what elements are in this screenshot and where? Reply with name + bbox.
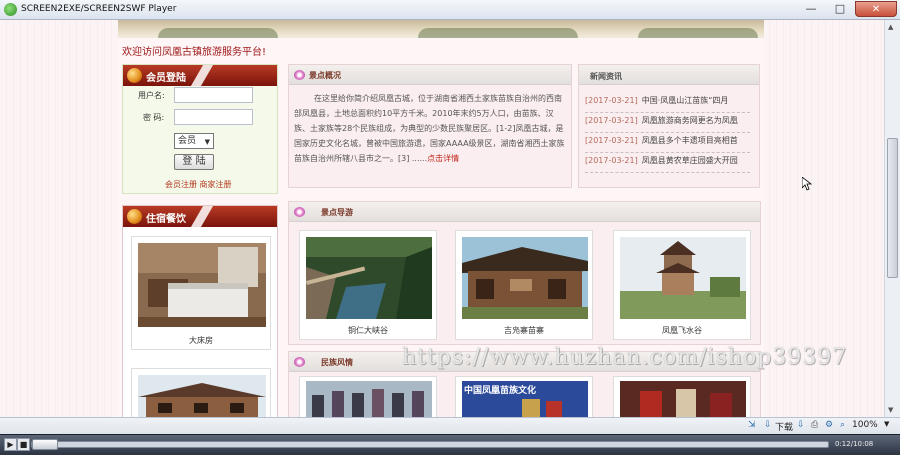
intro-title: 景点概况 xyxy=(309,71,341,80)
login-title: 会员登陆 xyxy=(146,73,186,84)
news-title-text: 凤凰旅游商务网更名为凤凰 xyxy=(641,116,738,125)
culture-card[interactable]: 中国凤凰苗族文化 xyxy=(455,376,593,417)
guide-caption: 吉凫寨苗寨 xyxy=(504,326,544,335)
culture-title: 民族风情 xyxy=(321,358,353,367)
chevron-down-icon: ▼ xyxy=(204,138,210,146)
play-icon[interactable]: ▶ xyxy=(4,438,17,451)
zoom-icon[interactable]: ⌕ xyxy=(840,420,845,430)
guide-card[interactable]: 凤凰飞水谷 xyxy=(613,230,751,340)
building-photo xyxy=(138,375,266,417)
news-date: [2017-03-21] xyxy=(585,96,638,105)
guide-title: 景点导游 xyxy=(321,208,353,217)
status-arrows-icon: ⇲ xyxy=(748,420,756,430)
window-titlebar: SCREEN2EXE/SCREEN2SWF Player — □ ✕ xyxy=(0,0,900,20)
guide-card[interactable]: 吉凫寨苗寨 xyxy=(455,230,593,340)
watermark-text: https://www.huzhan.com/ishop39397 xyxy=(402,345,848,370)
member-register-link[interactable]: 会员注册 xyxy=(165,180,197,189)
lodging-card[interactable] xyxy=(131,368,271,417)
playback-time: 0:12/10:08 xyxy=(835,440,874,448)
welcome-text: 欢迎访问凤凰古镇旅游服务平台! xyxy=(122,47,267,58)
status-bar: ⇲ ⇩ 下载 ⇩ ⎙ ⚙ ⌕ 100% ▼ xyxy=(0,417,900,434)
news-item[interactable]: [2017-03-21] 凤凰县多个丰遗项目亮相首 xyxy=(585,135,750,153)
festival-banner-text: 中国凤凰苗族文化 xyxy=(464,386,537,396)
role-select-value: 会员 xyxy=(178,136,197,146)
news-header: 新闻资讯 xyxy=(579,65,759,85)
flower-icon xyxy=(294,70,305,80)
intro-body: 在这里给你简介绍凤凰古城，位于湖南省湘西土家族苗族自治州的西南部凤凰县，土地总面… xyxy=(294,94,565,163)
login-header: 会员登陆 xyxy=(123,65,277,86)
close-button[interactable]: ✕ xyxy=(855,1,897,17)
intro-text: 在这里给你简介绍凤凰古城，位于湖南省湘西土家族苗族自治州的西南部凤凰县，土地总面… xyxy=(294,91,566,166)
header-ball-icon xyxy=(127,68,142,83)
intro-more-link[interactable]: 点击详情 xyxy=(427,154,459,163)
tower-photo xyxy=(620,237,746,319)
mouse-cursor-icon xyxy=(802,177,812,191)
guide-panel: 景点导游 铜仁大峡谷 吉凫寨苗寨 凤凰飞水谷 xyxy=(288,201,761,345)
culture-card[interactable] xyxy=(613,376,751,417)
login-panel: 会员登陆 用户名: 密 码: 会员 ▼ 登 陆 会员注册 商家注册 xyxy=(122,64,278,194)
settings-icon[interactable]: ⚙ xyxy=(825,420,833,430)
news-date: [2017-03-21] xyxy=(585,136,638,145)
download-icon[interactable]: ⇩ xyxy=(764,420,772,430)
village-photo xyxy=(462,237,588,319)
news-item[interactable]: [2017-03-21] 凤凰县黄农草庄园盛大开园 xyxy=(585,155,750,173)
stop-icon[interactable]: ■ xyxy=(17,438,30,451)
lodging-card[interactable]: 大床房 xyxy=(131,236,271,350)
news-title-text: 凤凰县黄农草庄园盛大开园 xyxy=(641,156,738,165)
lodging-caption: 大床房 xyxy=(189,336,213,345)
progress-track[interactable] xyxy=(31,441,829,448)
lodging-title: 住宿餐饮 xyxy=(146,214,186,225)
intro-panel: 景点概况 在这里给你简介绍凤凰古城，位于湖南省湘西土家族苗族自治州的西南部凤凰县… xyxy=(288,64,572,188)
costume-photo xyxy=(620,381,746,417)
password-input[interactable] xyxy=(174,109,253,125)
scroll-down-icon[interactable]: ▼ xyxy=(888,406,893,414)
guide-caption: 凤凰飞水谷 xyxy=(662,326,702,335)
zoom-chevron-icon[interactable]: ▼ xyxy=(884,420,889,428)
password-label: 密 码: xyxy=(143,113,165,122)
news-date: [2017-03-21] xyxy=(585,156,638,165)
lodging-panel: 住宿餐饮 大床房 xyxy=(122,205,278,417)
player-controls: ▶ ■ 0:12/10:08 xyxy=(0,434,900,455)
download-arrow-icon[interactable]: ⇩ xyxy=(797,420,805,430)
news-title-text: 中国·凤凰山江苗族“四月 xyxy=(641,96,729,105)
news-item[interactable]: [2017-03-21] 凤凰旅游商务网更名为凤凰 xyxy=(585,115,750,133)
flower-icon xyxy=(294,357,305,367)
flower-icon xyxy=(294,207,305,217)
app-icon xyxy=(4,3,17,16)
news-title: 新闻资讯 xyxy=(590,72,622,81)
register-links: 会员注册 商家注册 xyxy=(165,179,232,190)
culture-card[interactable] xyxy=(299,376,437,417)
banner-image xyxy=(118,20,764,38)
merchant-register-link[interactable]: 商家注册 xyxy=(200,180,232,189)
download-label[interactable]: 下载 xyxy=(775,420,793,433)
vertical-scrollbar[interactable]: ▲ ▼ xyxy=(884,20,900,417)
role-select[interactable]: 会员 ▼ xyxy=(174,133,214,149)
guide-header: 景点导游 xyxy=(289,202,760,222)
guide-card[interactable]: 铜仁大峡谷 xyxy=(299,230,437,340)
username-input[interactable] xyxy=(174,87,253,103)
progress-knob[interactable] xyxy=(32,439,58,450)
login-button[interactable]: 登 陆 xyxy=(174,154,214,170)
bedroom-photo xyxy=(138,243,266,327)
intro-header: 景点概况 xyxy=(289,65,571,85)
dancers-photo xyxy=(306,381,432,417)
maximize-button[interactable]: □ xyxy=(827,1,853,17)
news-title-text: 凤凰县多个丰遗项目亮相首 xyxy=(641,136,738,145)
window-title: SCREEN2EXE/SCREEN2SWF Player xyxy=(21,4,177,14)
news-item[interactable]: [2017-03-21] 中国·凤凰山江苗族“四月 xyxy=(585,95,750,113)
guide-caption: 铜仁大峡谷 xyxy=(348,326,388,335)
canyon-photo xyxy=(306,237,432,319)
news-date: [2017-03-21] xyxy=(585,116,638,125)
lodging-header: 住宿餐饮 xyxy=(123,206,277,227)
scrollbar-thumb[interactable] xyxy=(887,138,898,278)
header-ball-icon xyxy=(127,209,142,224)
scroll-up-icon[interactable]: ▲ xyxy=(888,23,893,31)
news-panel: 新闻资讯 [2017-03-21] 中国·凤凰山江苗族“四月 [2017-03-2… xyxy=(578,64,760,188)
minimize-button[interactable]: — xyxy=(797,1,825,17)
username-label: 用户名: xyxy=(138,91,165,100)
print-icon[interactable]: ⎙ xyxy=(811,420,818,430)
zoom-level[interactable]: 100% xyxy=(852,420,878,430)
